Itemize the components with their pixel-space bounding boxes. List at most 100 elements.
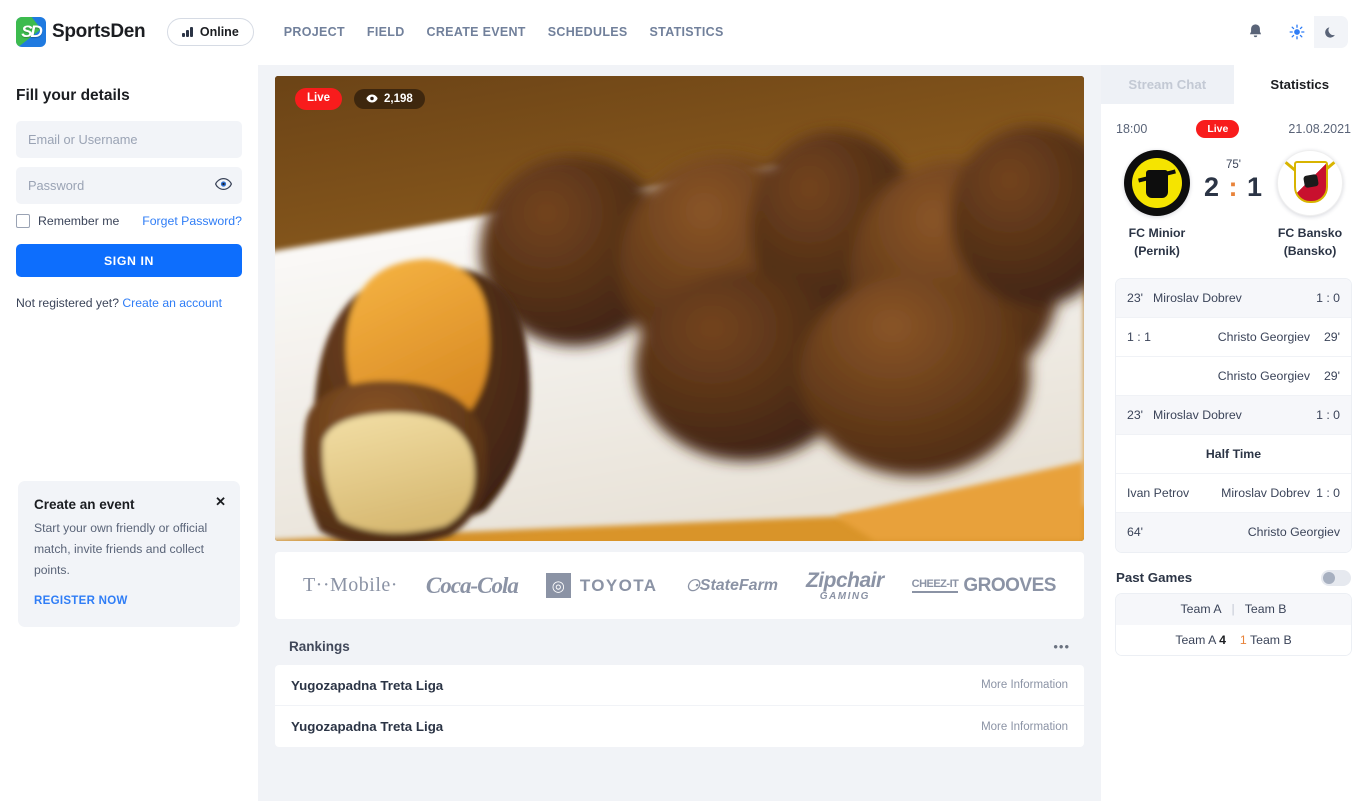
- theme-toggle[interactable]: [1280, 16, 1348, 48]
- nav-item-project[interactable]: PROJECT: [284, 25, 345, 39]
- past-games-toggle[interactable]: [1321, 569, 1351, 586]
- main-content: Live 2,198 T··Mobile· Coca-Cola ◎ TOYOTA…: [258, 65, 1101, 801]
- grooves-wordmark: GROOVES: [963, 574, 1056, 596]
- sponsor-logo-t-mobile[interactable]: T··Mobile·: [303, 574, 398, 597]
- sign-in-button[interactable]: SIGN IN: [16, 244, 242, 277]
- toyota-emblem-icon: ◎: [545, 573, 571, 598]
- theme-dark-button[interactable]: [1314, 16, 1348, 48]
- table-row[interactable]: Yugozapadna Treta Liga More Information: [275, 706, 1084, 747]
- sun-icon: [1289, 24, 1305, 40]
- nav-item-create-event[interactable]: CREATE EVENT: [427, 25, 526, 39]
- home-team-name: FC Minior: [1128, 226, 1186, 240]
- rankings-section: Rankings ••• Yugozapadna Treta Liga More…: [275, 639, 1084, 747]
- list-item[interactable]: 1 : 1 Christo Georgiev 29': [1116, 317, 1351, 357]
- create-event-title: Create an event: [34, 497, 135, 512]
- rankings-header: Rankings •••: [275, 639, 1084, 665]
- more-information-link[interactable]: More Information: [981, 721, 1068, 733]
- column-header-team-a: Team A: [1180, 602, 1222, 617]
- remember-me-checkbox[interactable]: [16, 214, 30, 228]
- theme-light-button[interactable]: [1280, 16, 1314, 48]
- column-separator: |: [1231, 602, 1235, 617]
- list-item[interactable]: 23' Miroslav Dobrev 1 : 0: [1116, 278, 1351, 318]
- away-team-crest-icon: [1277, 150, 1343, 216]
- moon-icon: [1324, 26, 1335, 38]
- event-score: 1 : 0: [1316, 485, 1340, 500]
- viewer-count-value: 2,198: [384, 92, 413, 105]
- player-badges: Live 2,198: [295, 88, 425, 110]
- password-field-wrap[interactable]: [16, 167, 242, 204]
- create-event-card: ✕ Create an event Start your own friendl…: [18, 481, 240, 627]
- nav-item-field[interactable]: FIELD: [367, 25, 405, 39]
- remember-row: Remember me Forget Password?: [16, 214, 242, 228]
- substitution-player-in: Miroslav Dobrev: [1221, 485, 1310, 500]
- event-score: 1 : 1: [1127, 329, 1151, 344]
- close-icon[interactable]: ✕: [215, 495, 226, 508]
- home-team-crest-icon: [1124, 150, 1190, 216]
- match-minute: 75': [1226, 159, 1241, 171]
- cheez-it-wordmark: CHEEZ-IT: [911, 578, 959, 593]
- notifications-button[interactable]: [1244, 21, 1266, 43]
- past-games-header: Past Games: [1116, 569, 1351, 586]
- match-date: 21.08.2021: [1288, 122, 1351, 136]
- match-meta-row: 18:00 Live 21.08.2021: [1116, 120, 1351, 138]
- create-event-body: Start your own friendly or official matc…: [34, 521, 208, 577]
- home-team[interactable]: FC Minior (Pernik): [1116, 150, 1198, 261]
- event-player: Miroslav Dobrev: [1153, 290, 1242, 305]
- online-status-pill[interactable]: Online: [167, 18, 254, 46]
- past-games-table-header: Team A | Team B: [1116, 593, 1351, 625]
- login-sidebar: Fill your details Remember me Forget Pas…: [0, 65, 258, 801]
- rankings-more-options-icon[interactable]: •••: [1053, 639, 1070, 654]
- eye-icon: [214, 177, 233, 191]
- ranking-league-name: Yugozapadna Treta Liga: [291, 719, 444, 734]
- list-item[interactable]: 23' Miroslav Dobrev 1 : 0: [1116, 395, 1351, 435]
- past-game-team-b-name: Team B: [1249, 632, 1292, 647]
- login-title: Fill your details: [16, 87, 130, 104]
- sponsor-logo-coca-cola[interactable]: Coca-Cola: [426, 573, 519, 599]
- list-item[interactable]: Christo Georgiev 29': [1116, 356, 1351, 396]
- main-nav: PROJECT FIELD CREATE EVENT SCHEDULES STA…: [284, 25, 724, 39]
- past-game-team-a: Team A 4: [1175, 633, 1226, 647]
- more-information-link[interactable]: More Information: [981, 679, 1068, 691]
- halftime-divider: Half Time: [1116, 434, 1351, 474]
- away-team[interactable]: FC Bansko (Bansko): [1269, 150, 1351, 261]
- list-item[interactable]: 64' Christo Georgiev: [1116, 512, 1351, 552]
- sponsor-logo-toyota[interactable]: ◎ TOYOTA: [545, 573, 658, 598]
- remember-me-label: Remember me: [38, 214, 120, 228]
- right-panel: Stream Chat Statistics 18:00 Live 21.08.…: [1101, 65, 1366, 801]
- score-separator: :: [1228, 172, 1239, 202]
- state-farm-wordmark: StateFarm: [699, 576, 779, 594]
- toyota-wordmark: TOYOTA: [579, 575, 658, 595]
- score-away: 1: [1247, 172, 1264, 202]
- viewer-count-badge: 2,198: [354, 88, 425, 109]
- list-item[interactable]: Ivan Petrov Miroslav Dobrev 1 : 0: [1116, 473, 1351, 513]
- scoreboard: 75' 2 : 1: [1204, 150, 1263, 203]
- match-score: 2 : 1: [1204, 172, 1263, 203]
- nav-item-statistics[interactable]: STATISTICS: [650, 25, 724, 39]
- away-team-name: FC Bansko: [1277, 226, 1343, 240]
- brand-name: SportsDen: [52, 21, 146, 42]
- tab-stream-chat[interactable]: Stream Chat: [1101, 65, 1234, 104]
- email-field-wrap[interactable]: [16, 121, 242, 158]
- email-input[interactable]: [28, 132, 230, 147]
- table-row[interactable]: Yugozapadna Treta Liga More Information: [275, 665, 1084, 706]
- register-now-link[interactable]: REGISTER NOW: [34, 595, 128, 607]
- sponsor-logo-zipchair-gaming[interactable]: Zipchair GAMING: [806, 570, 884, 602]
- sponsor-logo-cheez-it-grooves[interactable]: CHEEZ-IT GROOVES: [911, 574, 1056, 597]
- create-account-link[interactable]: Create an account: [122, 296, 222, 310]
- password-input[interactable]: [28, 178, 230, 193]
- tab-statistics[interactable]: Statistics: [1233, 65, 1366, 104]
- event-player: Christo Georgiev: [1247, 525, 1340, 540]
- forgot-password-link[interactable]: Forget Password?: [142, 214, 242, 228]
- app-header: SD SportsDen Online PROJECT FIELD CREATE…: [0, 0, 1366, 65]
- brand-logo[interactable]: SD SportsDen: [16, 17, 146, 47]
- video-player[interactable]: Live 2,198: [275, 76, 1084, 541]
- past-game-score-a: 4: [1219, 632, 1226, 647]
- past-game-team-b: 1 Team B: [1240, 633, 1292, 647]
- event-player: Christo Georgiev: [1217, 368, 1310, 383]
- home-team-city: (Pernik): [1134, 243, 1180, 258]
- event-minute: 23': [1127, 407, 1144, 422]
- sponsor-logo-state-farm[interactable]: ⚆ StateFarm: [685, 576, 778, 596]
- toggle-password-visibility-button[interactable]: [214, 177, 233, 196]
- table-row[interactable]: Team A 4 1 Team B: [1116, 624, 1351, 655]
- nav-item-schedules[interactable]: SCHEDULES: [548, 25, 628, 39]
